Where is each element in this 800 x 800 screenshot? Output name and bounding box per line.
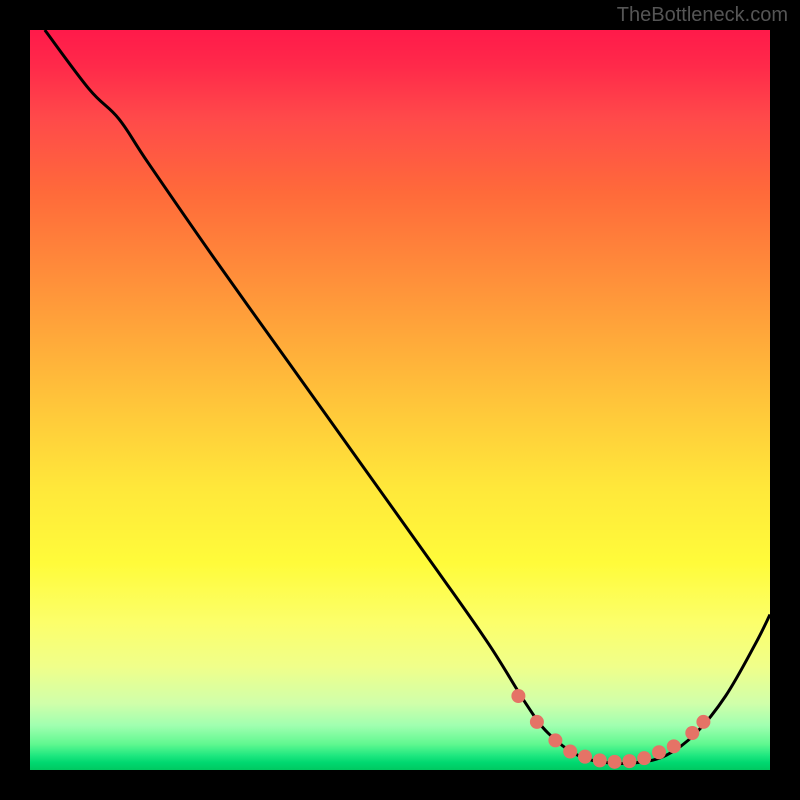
marker-dot <box>563 745 577 759</box>
marker-dot <box>637 751 651 765</box>
plot-area <box>30 30 770 770</box>
marker-dot <box>511 689 525 703</box>
marker-dot <box>548 733 562 747</box>
curve-markers <box>511 689 710 769</box>
marker-dot <box>696 715 710 729</box>
marker-dot <box>593 753 607 767</box>
bottleneck-curve <box>45 30 770 764</box>
chart-svg <box>30 30 770 770</box>
marker-dot <box>530 715 544 729</box>
attribution-label: TheBottleneck.com <box>617 4 788 27</box>
marker-dot <box>685 726 699 740</box>
marker-dot <box>652 745 666 759</box>
marker-dot <box>578 750 592 764</box>
marker-dot <box>667 739 681 753</box>
marker-dot <box>622 754 636 768</box>
marker-dot <box>608 755 622 769</box>
